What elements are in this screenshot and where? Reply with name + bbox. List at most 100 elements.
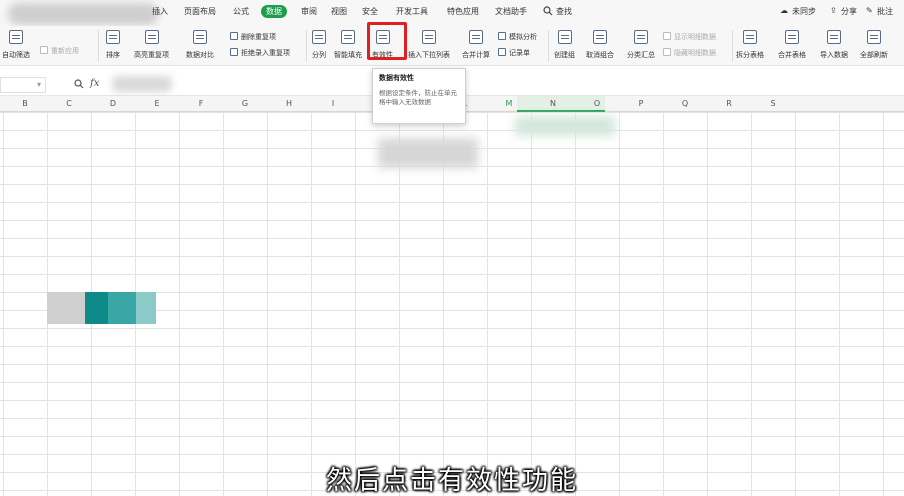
column-header-d[interactable]: D [91,99,135,108]
split-table-icon [743,30,757,44]
record-form-button[interactable]: 记录单 [498,48,530,58]
refresh-all-button[interactable]: 全部刷新 [860,26,888,66]
consolidate-icon [469,30,483,44]
share-icon[interactable]: ⇪ [830,6,837,15]
remove-duplicates-icon [230,32,238,40]
comment-button[interactable]: 批注 [877,6,893,17]
cloud-sync-icon[interactable]: ☁ [780,6,788,15]
reject-duplicates-button[interactable]: 拒绝录入重复项 [230,48,290,58]
reject-duplicates-label: 拒绝录入重复项 [241,49,290,57]
what-if-label: 模拟分析 [509,33,537,41]
separator [548,30,549,62]
separator [306,30,307,62]
create-group-button[interactable]: 创建组 [554,26,575,66]
show-detail-icon [663,32,671,40]
subtotal-label: 分类汇总 [627,51,655,59]
menu-formula[interactable]: 公式 [233,6,249,17]
menu-page-layout[interactable]: 页面布局 [184,6,216,17]
highlight-duplicates-button[interactable]: 高亮重复项 [134,26,169,66]
split-icon [312,30,326,44]
refresh-icon [867,30,881,44]
column-header-c[interactable]: C [47,99,91,108]
smart-fill-label: 智能填充 [334,51,362,59]
remove-duplicates-label: 删除重复项 [241,33,276,41]
column-header-q[interactable]: Q [663,99,707,108]
column-header-b[interactable]: B [3,99,47,108]
compare-icon [193,30,207,44]
record-form-icon [498,48,506,56]
what-if-button[interactable]: 模拟分析 [498,32,537,42]
subtotal-icon [634,30,648,44]
reject-duplicates-icon [230,48,238,56]
sort-label: 排序 [106,51,120,59]
hide-detail-button[interactable]: 隐藏明细数据 [663,48,716,58]
merge-table-button[interactable]: 合并表格 [778,26,806,66]
show-detail-button[interactable]: 显示明细数据 [663,32,716,42]
import-data-label: 导入数据 [820,51,848,59]
column-header-r[interactable]: R [707,99,751,108]
group-icon [557,30,572,44]
auto-filter-button[interactable]: 自动筛选 [2,26,30,66]
tooltip-title: 数据有效性 [379,74,414,82]
menu-doc-assistant[interactable]: 文档助手 [495,6,527,17]
column-header-e[interactable]: E [135,99,179,108]
highlight-duplicates-label: 高亮重复项 [134,51,169,59]
menu-search-label[interactable]: 查找 [556,6,572,17]
colored-cell [108,292,136,324]
import-data-button[interactable]: 导入数据 [820,26,848,66]
reapply-button[interactable]: 重新应用 [40,46,79,56]
merge-table-icon [785,30,799,44]
menu-developer[interactable]: 开发工具 [396,6,428,17]
tooltip-description: 根据设定条件，防止在单元格中输入无效数据 [379,89,457,106]
formula-input[interactable] [112,76,172,92]
merge-table-label: 合并表格 [778,51,806,59]
menu-insert[interactable]: 插入 [152,6,168,17]
column-header-o[interactable]: O [575,99,619,108]
data-compare-label: 数据对比 [186,51,214,59]
split-column-label: 分列 [312,51,326,59]
menu-view[interactable]: 视图 [331,6,347,17]
search-icon[interactable] [543,6,553,16]
filter-icon [9,30,23,44]
sort-button[interactable]: 排序 [106,26,120,66]
colored-cell [47,292,85,324]
split-table-button[interactable]: 拆分表格 [736,26,764,66]
subtotal-button[interactable]: 分类汇总 [627,26,655,66]
sync-status[interactable]: 未同步 [792,6,816,17]
share-button[interactable]: 分享 [841,6,857,17]
column-header-f[interactable]: F [179,99,223,108]
column-header-n[interactable]: N [531,99,575,108]
comment-icon[interactable]: ✎ [866,6,873,15]
remove-duplicates-button[interactable]: 删除重复项 [230,32,276,42]
ungroup-button[interactable]: 取消组合 [586,26,614,66]
name-box[interactable]: ▾ [0,77,46,93]
split-column-button[interactable]: 分列 [312,26,326,66]
menu-review[interactable]: 审阅 [301,6,317,17]
sort-icon [106,30,120,44]
column-header-s[interactable]: S [751,99,795,108]
show-detail-label: 显示明细数据 [674,33,716,41]
reapply-label: 重新应用 [51,47,79,55]
record-form-label: 记录单 [509,49,530,57]
import-icon [827,30,841,44]
ungroup-label: 取消组合 [586,51,614,59]
zoom-icon[interactable] [74,79,84,89]
menu-special[interactable]: 特色应用 [447,6,479,17]
column-header-h[interactable]: H [267,99,311,108]
hide-detail-label: 隐藏明细数据 [674,49,716,57]
column-header-i[interactable]: I [311,99,355,108]
insert-dropdown-button[interactable]: 插入下拉列表 [408,26,450,66]
validity-tooltip: 数据有效性 根据设定条件，防止在单元格中输入无效数据 [372,68,466,124]
menu-security[interactable]: 安全 [362,6,378,17]
column-header-p[interactable]: P [619,99,663,108]
blurred-logo [8,3,158,25]
auto-filter-label: 自动筛选 [2,51,30,59]
column-header-m[interactable]: M [487,99,531,108]
fx-icon[interactable]: fx [90,78,99,89]
column-header-g[interactable]: G [223,99,267,108]
consolidate-button[interactable]: 合并计算 [462,26,490,66]
smart-fill-button[interactable]: 智能填充 [334,26,362,66]
ungroup-icon [593,30,607,44]
data-compare-button[interactable]: 数据对比 [186,26,214,66]
menu-data[interactable]: 数据 [261,5,287,18]
